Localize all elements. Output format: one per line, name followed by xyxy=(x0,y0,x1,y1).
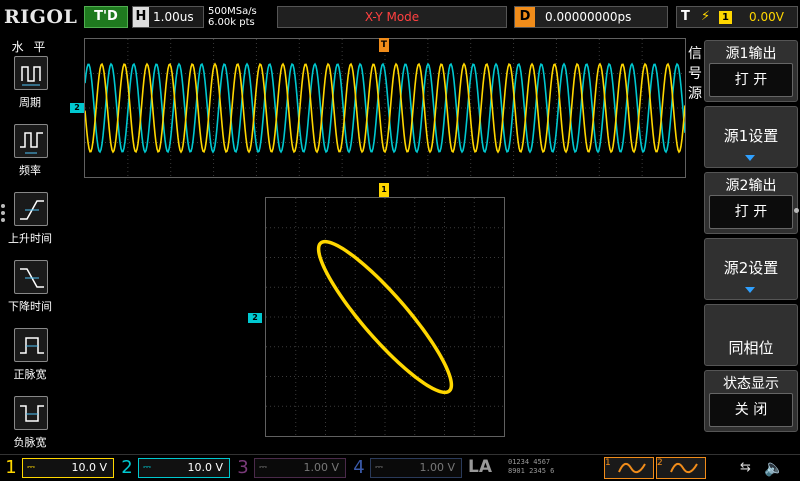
usb-icon: ⇆ xyxy=(740,460,751,475)
ch2-xy-marker[interactable]: 2 xyxy=(248,313,262,323)
acquisition-info: 500MSa/s 6.00k pts xyxy=(208,6,257,28)
source2-output-menu[interactable]: 源2输出 打 开 xyxy=(704,172,798,234)
rise-time-icon xyxy=(14,192,48,226)
memory-depth: 6.00k pts xyxy=(208,17,255,28)
source2-settings-menu[interactable]: 源2设置 xyxy=(704,238,798,300)
source2-output-label: 源2输出 xyxy=(725,178,777,194)
trigger-source: 1 xyxy=(719,11,732,24)
measure-negative-width[interactable]: 负脉宽 xyxy=(10,396,54,456)
channel-3-scale: 1.00 V xyxy=(303,461,339,474)
measure-rise-time[interactable]: 上升时间 xyxy=(8,192,54,252)
sine-wave-icon xyxy=(618,462,646,474)
sine-wave-icon xyxy=(670,462,698,474)
yt-waveform-canvas xyxy=(85,39,685,177)
rising-edge-icon: ⚡ xyxy=(701,9,711,24)
channel-4-scale: 1.00 V xyxy=(419,461,455,474)
logic-analyzer-button[interactable]: LA xyxy=(468,457,492,477)
delay-label: D xyxy=(515,7,535,27)
frequency-icon xyxy=(14,124,48,158)
channel-1-number: 1 xyxy=(5,457,17,478)
measure-frequency[interactable]: 频率 xyxy=(10,124,54,184)
channel-2-scale-box: ⎓ 10.0 V xyxy=(138,458,230,478)
source2-output-value[interactable]: 打 开 xyxy=(709,195,793,229)
in-phase-label: 同相位 xyxy=(728,339,774,357)
channel-2-number: 2 xyxy=(121,457,133,478)
source1-settings-menu[interactable]: 源1设置 xyxy=(704,106,798,168)
measure-period[interactable]: 周期 xyxy=(10,56,54,116)
trigger-level: 0.00V xyxy=(749,10,784,24)
channel-2-scale: 10.0 V xyxy=(187,461,223,474)
trigger-position-marker[interactable]: T xyxy=(379,38,389,52)
positive-width-label: 正脉宽 xyxy=(13,368,47,381)
channel-4-status[interactable]: 4 ⎓ 1.00 V xyxy=(350,455,464,481)
measure-fall-time[interactable]: 下降时间 xyxy=(8,260,54,320)
speaker-muted-icon[interactable]: 🔈 xyxy=(764,458,784,477)
channel-4-scale-box: ⎓ 1.00 V xyxy=(370,458,462,478)
dc-coupling-icon: ⎓ xyxy=(259,462,267,473)
channel-2-status[interactable]: 2 ⎓ 10.0 V xyxy=(118,455,232,481)
trigger-status: T'D xyxy=(84,6,128,28)
sample-rate: 500MSa/s xyxy=(208,6,257,17)
negative-width-icon xyxy=(14,396,48,430)
source1-settings-label: 源1设置 xyxy=(723,127,779,145)
channel-3-scale-box: ⎓ 1.00 V xyxy=(254,458,346,478)
delay-value: 0.00000000ps xyxy=(545,10,632,24)
status-display-label: 状态显示 xyxy=(723,376,779,392)
la-grid-row-1: 01234 4567 xyxy=(508,458,551,466)
menu-title: 信号源 xyxy=(688,46,702,102)
dc-coupling-icon: ⎓ xyxy=(27,462,35,473)
status-display-menu[interactable]: 状态显示 关 闭 xyxy=(704,370,798,432)
rise-time-label: 上升时间 xyxy=(8,232,52,245)
mode-label: X-Y Mode xyxy=(364,10,420,24)
submenu-arrow-icon xyxy=(745,155,755,161)
source2-settings-label: 源2设置 xyxy=(723,259,779,277)
frequency-label: 频率 xyxy=(19,164,41,177)
xy-lissajous-canvas xyxy=(266,198,504,436)
source-1-waveform[interactable]: 1 xyxy=(604,457,654,479)
xy-grid xyxy=(266,198,504,436)
channel-1-scale-box: ⎓ 10.0 V xyxy=(22,458,114,478)
yt-waveform-view[interactable] xyxy=(84,38,686,178)
dc-coupling-icon: ⎓ xyxy=(143,462,151,473)
channel-1-status[interactable]: 1 ⎓ 10.0 V xyxy=(2,455,116,481)
submenu-arrow-icon xyxy=(745,287,755,293)
fall-time-label: 下降时间 xyxy=(8,300,52,313)
la-channel-grid: 01234 4567 8901 2345 6 xyxy=(508,458,600,478)
measurement-panel: 水 平 周期 频率 上升时间 下降时间 正脉宽 负脉宽 xyxy=(0,36,60,454)
trigger-label: T xyxy=(681,9,690,24)
menu-page-dot xyxy=(794,208,799,213)
source1-output-menu[interactable]: 源1输出 打 开 xyxy=(704,40,798,102)
ch1-xy-marker[interactable]: 1 xyxy=(379,183,389,197)
source-2-waveform[interactable]: 2 xyxy=(656,457,706,479)
ch2-offset-marker[interactable]: 2 xyxy=(70,103,84,113)
timebase-value: 1.00us xyxy=(153,10,194,24)
channel-3-status[interactable]: 3 ⎓ 1.00 V xyxy=(234,455,348,481)
top-status-bar: RIGOL T'D H 1.00us 500MSa/s 6.00k pts X-… xyxy=(0,0,800,36)
channel-4-number: 4 xyxy=(353,457,365,478)
in-phase-menu[interactable]: 同相位 xyxy=(704,304,798,366)
channel-3-number: 3 xyxy=(237,457,249,478)
measurement-category: 水 平 xyxy=(11,40,49,54)
mode-indicator: X-Y Mode xyxy=(277,6,507,28)
brand-logo: RIGOL xyxy=(4,6,78,28)
fall-time-icon xyxy=(14,260,48,294)
la-grid-row-2: 8901 2345 6 xyxy=(508,467,555,475)
channel-status-bar: 1 ⎓ 10.0 V 2 ⎓ 10.0 V 3 ⎓ 1.00 V 4 ⎓ 1.0… xyxy=(0,454,800,480)
measure-positive-width[interactable]: 正脉宽 xyxy=(10,328,54,388)
status-display-value[interactable]: 关 闭 xyxy=(709,393,793,427)
trigger-settings[interactable]: T ⚡ 1 0.00V xyxy=(676,6,798,28)
source1-output-label: 源1输出 xyxy=(725,46,777,62)
horizontal-timebase[interactable]: H 1.00us xyxy=(132,6,204,28)
horizontal-delay[interactable]: D 0.00000000ps xyxy=(514,6,668,28)
positive-width-icon xyxy=(14,328,48,362)
source1-output-value[interactable]: 打 开 xyxy=(709,63,793,97)
xy-display[interactable] xyxy=(265,197,505,437)
dc-coupling-icon: ⎓ xyxy=(375,462,383,473)
page-indicator xyxy=(1,204,5,225)
horizontal-label: H xyxy=(133,7,149,27)
negative-width-label: 负脉宽 xyxy=(13,436,47,449)
period-icon xyxy=(14,56,48,90)
period-label: 周期 xyxy=(19,96,41,109)
channel-1-scale: 10.0 V xyxy=(71,461,107,474)
